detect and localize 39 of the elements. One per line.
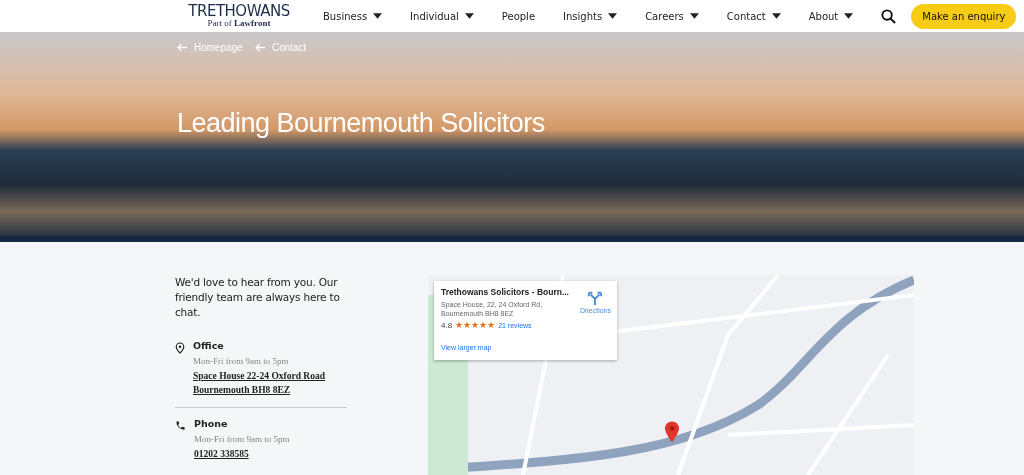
enquiry-button[interactable]: Make an enquiry (911, 3, 1017, 29)
place-name: Trethowans Solicitors - Bourn... (441, 287, 570, 297)
address-link[interactable]: Bournemouth BH8 8EZ (193, 383, 325, 397)
location-pin-icon (175, 342, 185, 354)
directions-icon (588, 291, 603, 305)
opening-hours: Mon-Fri from 9am to 5pm (193, 356, 290, 366)
star-icon: ★ (487, 321, 496, 330)
star-icon: ★ (463, 321, 472, 330)
nav-link[interactable]: Insights (563, 10, 618, 22)
intro-text: We'd love to hear from you. Our friendly team are always here to chat. (175, 275, 341, 320)
hero-title: Leading Bournemouth Solicitors (177, 108, 546, 139)
caret-icon (608, 13, 618, 19)
caret-icon (464, 13, 474, 19)
caret-icon (373, 13, 383, 19)
caret-icon (844, 13, 854, 19)
logo-wordmark[interactable]: TRETHOWANS (188, 4, 290, 19)
contact-heading: Office (193, 340, 225, 351)
phone-icon (175, 420, 186, 431)
phone-number-link[interactable]: 01202 338585 (194, 447, 290, 461)
search-icon[interactable] (881, 8, 897, 24)
nav-link[interactable]: Individual (410, 10, 474, 22)
nav-link[interactable]: Careers (645, 10, 699, 22)
nav-link[interactable]: People (501, 10, 536, 22)
address-link[interactable]: Space House 22-24 Oxford Road (193, 369, 325, 383)
back-arrow-icon (177, 43, 188, 52)
nav-link[interactable]: About (808, 10, 854, 22)
star-icon: ★ (479, 321, 488, 330)
logo-tagline: Part of Lawfront (207, 19, 271, 28)
map-pin-icon (664, 421, 680, 443)
opening-hours: Mon-Fri from 9am to 5pm (194, 434, 290, 444)
caret-icon (689, 13, 699, 19)
nav-link[interactable]: Contact (726, 10, 781, 22)
caret-icon (771, 13, 781, 19)
star-icon: ★ (471, 321, 480, 330)
rating-value: 4.8 (441, 321, 453, 330)
back-arrow-icon (254, 43, 266, 52)
star-icon: ★ (455, 321, 464, 330)
contact-heading: Phone (194, 418, 229, 429)
nav-link[interactable]: Business (323, 10, 383, 22)
